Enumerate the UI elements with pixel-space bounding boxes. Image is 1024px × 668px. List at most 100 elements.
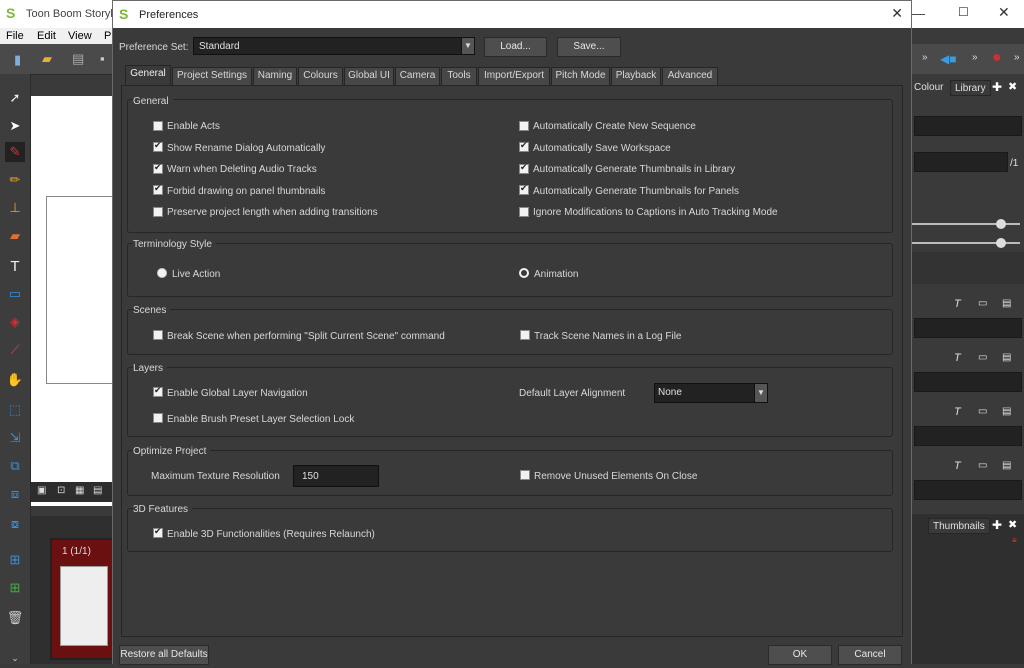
- tab-global-ui[interactable]: Global UI: [344, 67, 394, 85]
- cancel-button[interactable]: Cancel: [838, 645, 902, 665]
- menu-file[interactable]: File: [6, 30, 24, 42]
- stamp-icon[interactable]: ⊥: [5, 198, 25, 218]
- cursor-icon[interactable]: ➤: [5, 116, 25, 136]
- notes-icon-3[interactable]: ▤: [1002, 406, 1011, 417]
- notes-icon-1[interactable]: ▤: [1002, 298, 1011, 309]
- new-icon[interactable]: ▮: [14, 52, 21, 68]
- max-texture-input[interactable]: 150: [293, 465, 379, 487]
- database-icon[interactable]: ▤: [72, 51, 84, 67]
- global-layer-nav-checkbox[interactable]: [153, 385, 163, 397]
- auto-thumbnails-panels-checkbox[interactable]: [519, 183, 529, 195]
- maximize-icon[interactable]: ☐: [958, 5, 969, 19]
- sequence-icon[interactable]: ⧈: [5, 484, 25, 504]
- camera-tool-icon[interactable]: ⧉: [5, 456, 25, 476]
- panel-icon-4[interactable]: ▭: [978, 460, 987, 471]
- panel-icon-2[interactable]: ▭: [978, 352, 987, 363]
- transform-icon[interactable]: ⬚: [5, 400, 25, 420]
- show-rename-dialog-checkbox[interactable]: [153, 140, 163, 152]
- close-icon[interactable]: ✕: [891, 5, 903, 22]
- tab-playback[interactable]: Playback: [611, 67, 661, 85]
- add-panel-green-icon[interactable]: ⊞: [5, 578, 25, 598]
- camera-view-icon[interactable]: ▣: [37, 485, 46, 496]
- caption-field-4[interactable]: [914, 480, 1022, 500]
- save-icon[interactable]: ▪: [100, 51, 105, 66]
- tab-advanced[interactable]: Advanced: [662, 67, 718, 85]
- close-panel-icon[interactable]: ✖: [1008, 80, 1017, 93]
- panel-icon-3[interactable]: ▭: [978, 406, 987, 417]
- camera-icon[interactable]: ◀■: [940, 52, 956, 66]
- close-thumbnails-icon[interactable]: ✖: [1008, 518, 1017, 531]
- tab-general[interactable]: General: [125, 65, 171, 86]
- auto-create-sequence-checkbox[interactable]: [519, 121, 529, 131]
- text-icon[interactable]: T: [5, 256, 25, 276]
- text-style-icon-4[interactable]: T: [954, 460, 961, 472]
- trash-icon[interactable]: 🗑: [5, 608, 25, 628]
- expand-icon[interactable]: »: [922, 52, 928, 63]
- break-scene-checkbox[interactable]: [153, 330, 163, 340]
- caption-field-1[interactable]: [914, 318, 1022, 338]
- layer-transform-icon[interactable]: ⇲: [5, 428, 25, 448]
- remove-unused-checkbox[interactable]: [520, 470, 530, 480]
- forbid-drawing-checkbox[interactable]: [153, 183, 163, 195]
- text-style-icon-1[interactable]: T: [954, 298, 961, 310]
- live-action-radio[interactable]: [157, 268, 167, 278]
- text-style-icon-3[interactable]: T: [954, 406, 961, 418]
- menu-edit[interactable]: Edit: [37, 30, 56, 42]
- caption-field-2[interactable]: [914, 372, 1022, 392]
- chevron-down-icon[interactable]: ⌄: [5, 648, 25, 668]
- menu-view[interactable]: View: [68, 30, 92, 42]
- rectangle-icon[interactable]: ▭: [5, 284, 25, 304]
- panel-icon-1[interactable]: ▭: [978, 298, 987, 309]
- add-panel-icon[interactable]: ⊞: [5, 550, 25, 570]
- caption-field-3[interactable]: [914, 426, 1022, 446]
- menu-more[interactable]: P: [104, 30, 111, 42]
- warn-deleting-audio-checkbox[interactable]: [153, 162, 163, 174]
- grid-icon[interactable]: ▦: [75, 485, 84, 496]
- animation-radio[interactable]: [519, 268, 529, 278]
- eraser-icon[interactable]: ▰: [5, 226, 25, 246]
- preserve-length-checkbox[interactable]: [153, 207, 163, 217]
- expand-icon-3[interactable]: »: [1014, 52, 1020, 63]
- tab-project-settings[interactable]: Project Settings: [172, 67, 252, 85]
- preference-set-select[interactable]: Standard ▼: [193, 37, 475, 55]
- tab-colours[interactable]: Colours: [298, 67, 343, 85]
- expand-icon-2[interactable]: »: [972, 52, 978, 63]
- zoom-fit-icon[interactable]: ⊡: [57, 485, 65, 496]
- tab-library[interactable]: Library: [950, 80, 991, 96]
- chevron-down-icon[interactable]: ▼: [461, 38, 474, 54]
- enable-3d-checkbox[interactable]: [153, 526, 163, 538]
- app-close-icon[interactable]: ✕: [998, 4, 1010, 21]
- safe-area-icon[interactable]: ▤: [93, 485, 102, 496]
- brush-icon[interactable]: ✎: [5, 142, 25, 162]
- add-tab-icon[interactable]: ✚: [992, 80, 1002, 94]
- open-folder-icon[interactable]: ▰: [42, 51, 52, 67]
- chevron-down-icon[interactable]: ▼: [754, 384, 767, 402]
- enable-acts-checkbox[interactable]: [153, 121, 163, 131]
- ok-button[interactable]: OK: [768, 645, 832, 665]
- text-style-icon-2[interactable]: T: [954, 352, 961, 364]
- tab-naming[interactable]: Naming: [253, 67, 297, 85]
- thumbnails-menu-icon[interactable]: ≡: [1012, 536, 1017, 545]
- panel-thumbnail[interactable]: 1 (1/1): [50, 538, 116, 660]
- tab-tools[interactable]: Tools: [441, 67, 477, 85]
- layer-alignment-select[interactable]: None ▼: [654, 383, 768, 403]
- auto-thumbnails-library-checkbox[interactable]: [519, 162, 529, 174]
- track-scene-names-checkbox[interactable]: [520, 330, 530, 340]
- ignore-caption-mods-checkbox[interactable]: [519, 207, 529, 217]
- record-icon[interactable]: ●: [992, 49, 1002, 67]
- pencil-icon[interactable]: ✏: [5, 170, 25, 190]
- hand-icon[interactable]: ✋: [5, 370, 25, 390]
- restore-defaults-button[interactable]: Restore all Defaults: [119, 645, 209, 665]
- tab-pitch-mode[interactable]: Pitch Mode: [551, 67, 610, 85]
- add-thumbnails-tab-icon[interactable]: ✚: [992, 518, 1002, 532]
- tab-import-export[interactable]: Import/Export: [478, 67, 550, 85]
- page-field[interactable]: [914, 152, 1008, 172]
- brush-lock-checkbox[interactable]: [153, 413, 163, 423]
- slider-2-minus-icon[interactable]: [996, 238, 1006, 248]
- paint-bucket-icon[interactable]: ◈: [5, 312, 25, 332]
- select-icon[interactable]: ➚: [5, 88, 25, 108]
- load-button[interactable]: Load...: [484, 37, 547, 57]
- tab-colour[interactable]: Colour: [910, 80, 947, 96]
- save-button[interactable]: Save...: [557, 37, 621, 57]
- auto-save-workspace-checkbox[interactable]: [519, 140, 529, 152]
